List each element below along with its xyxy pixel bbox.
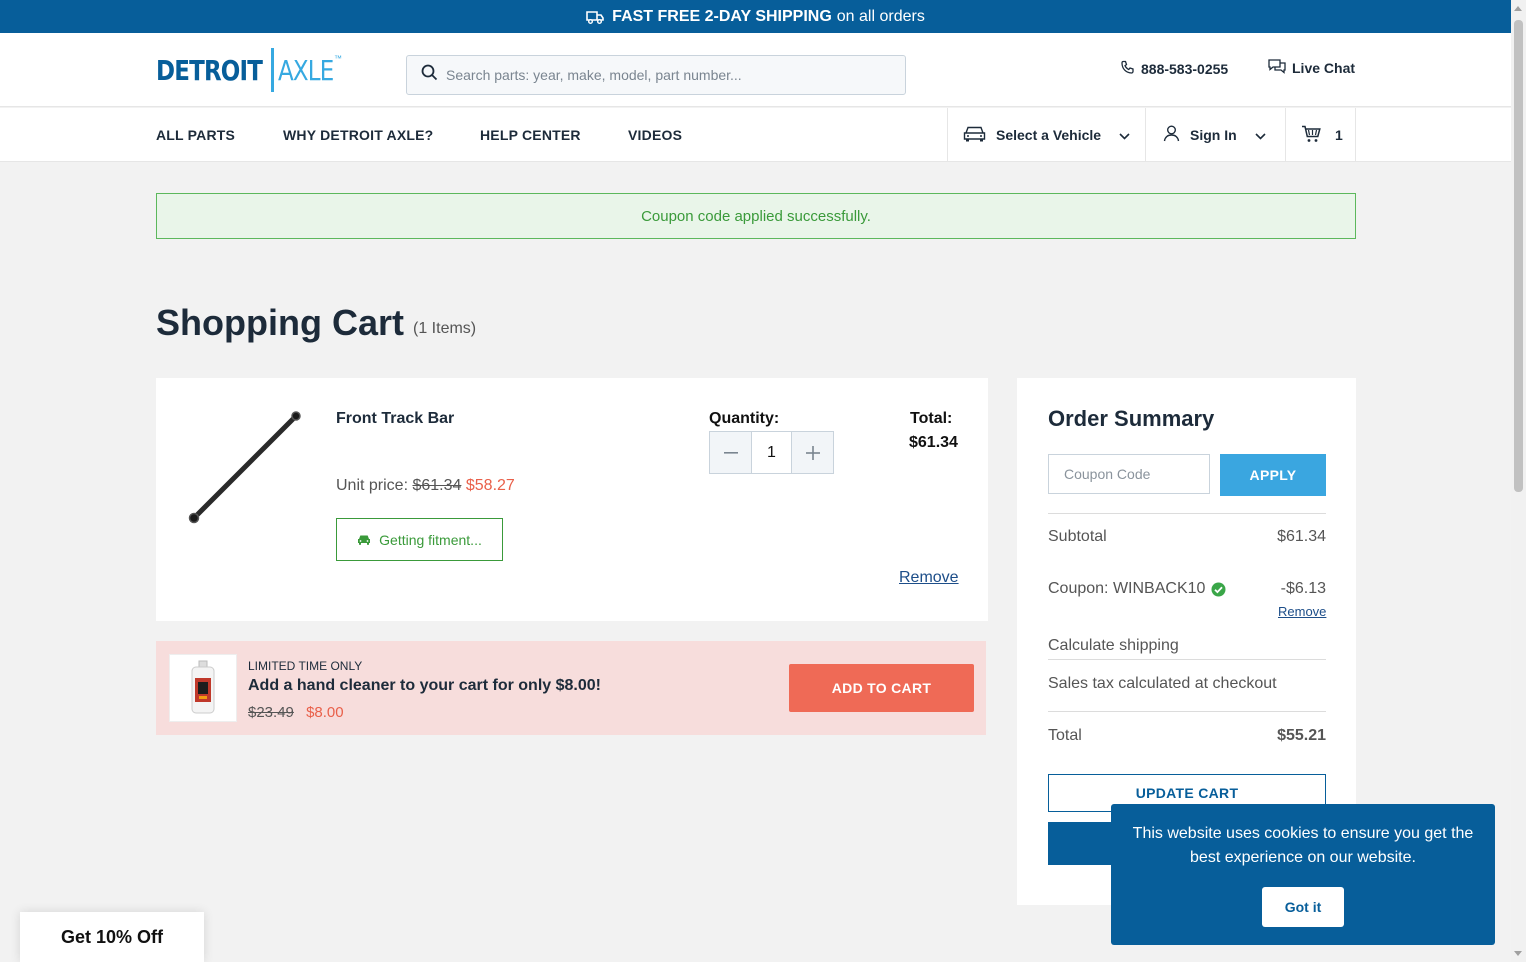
quantity-label: Quantity: (709, 410, 780, 427)
cart-button[interactable]: 1 (1285, 108, 1356, 162)
coupon-success-alert: Coupon code applied successfully. (156, 193, 1356, 239)
page-title: Shopping Cart (156, 302, 404, 343)
detroit-axle-logo[interactable]: DETROIT AXLE ™ (156, 47, 342, 93)
minus-icon (723, 451, 738, 454)
phone-link[interactable]: 888-583-0255 (1120, 60, 1228, 78)
logo-divider (271, 48, 275, 92)
chat-icon (1268, 59, 1286, 77)
shipping-row: Calculate shipping (1048, 637, 1326, 655)
order-summary-title: Order Summary (1048, 406, 1215, 431)
user-icon (1163, 125, 1180, 145)
cart-count: 1 (1335, 127, 1343, 143)
chevron-down-icon (1255, 127, 1266, 143)
divider (1048, 659, 1326, 660)
remove-item-link[interactable]: Remove (899, 569, 959, 587)
check-circle-icon (1211, 582, 1226, 597)
shipping-banner-bold: FAST FREE 2-DAY SHIPPING (612, 7, 832, 25)
promo-old-price: $23.49 (248, 704, 294, 721)
cookie-banner: This website uses cookies to ensure you … (1111, 804, 1495, 945)
search-icon (421, 64, 438, 86)
coupon-label: Coupon: WINBACK10 (1048, 580, 1206, 597)
cart-item: Front Track Bar Unit price: $61.34 $58.2… (156, 378, 988, 621)
main-nav: ALL PARTS WHY DETROIT AXLE? HELP CENTER … (0, 108, 1511, 162)
coupon-code-input[interactable] (1048, 454, 1210, 494)
promo-tag: LIMITED TIME ONLY (248, 659, 363, 673)
quantity-input[interactable]: 1 (751, 432, 792, 473)
divider (1048, 513, 1326, 514)
total-row: Total $55.21 (1048, 727, 1326, 745)
live-chat-link[interactable]: Live Chat (1268, 59, 1355, 77)
phone-icon (1120, 60, 1135, 78)
calculate-shipping-link[interactable]: Calculate shipping (1048, 637, 1179, 655)
cart-item-count: (1 Items) (413, 320, 477, 337)
subtotal-label: Subtotal (1048, 528, 1107, 545)
coupon-applied: Coupon: WINBACK10 (1048, 580, 1226, 598)
page-scrollbar[interactable] (1511, 0, 1526, 962)
item-total-value: $61.34 (909, 434, 958, 451)
search-box[interactable] (406, 55, 906, 95)
scroll-up-icon[interactable] (1514, 6, 1522, 11)
select-vehicle-label: Select a Vehicle (996, 127, 1102, 143)
unit-price-new: $58.27 (465, 477, 515, 494)
divider (1048, 711, 1326, 712)
coupon-row: Coupon: WINBACK10 -$6.13 (1048, 580, 1326, 598)
select-vehicle-dropdown[interactable]: Select a Vehicle (947, 108, 1145, 162)
nav-help-center[interactable]: HELP CENTER (480, 127, 581, 143)
product-name[interactable]: Front Track Bar (336, 410, 454, 428)
nav-all-parts[interactable]: ALL PARTS (156, 127, 235, 143)
total-label: Total (1048, 727, 1082, 744)
tax-note: Sales tax calculated at checkout (1048, 675, 1277, 692)
discount-offer-tab[interactable]: Get 10% Off (20, 912, 204, 962)
sign-in-dropdown[interactable]: Sign In (1145, 108, 1285, 162)
nav-right-group: Select a Vehicle Sign In 1 (947, 108, 1356, 162)
fitment-label: Getting fitment... (379, 531, 482, 548)
shipping-banner: FAST FREE 2-DAY SHIPPING on all orders (0, 0, 1511, 33)
cookie-accept-button[interactable]: Got it (1262, 887, 1344, 927)
quantity-stepper: 1 (709, 431, 834, 474)
coupon-value: -$6.13 (1280, 580, 1326, 597)
logo-text-detroit: DETROIT (156, 53, 263, 87)
unit-price: Unit price: $61.34 $58.27 (336, 477, 515, 495)
apply-coupon-button[interactable]: APPLY (1220, 454, 1326, 496)
car-icon (357, 532, 371, 548)
quantity-increase-button[interactable] (792, 432, 833, 473)
truck-icon (586, 10, 604, 24)
header: DETROIT AXLE ™ 888-583-0255 Live Chat (0, 33, 1511, 107)
search-input[interactable] (446, 67, 886, 83)
subtotal-row: Subtotal $61.34 (1048, 528, 1326, 546)
logo-text-axle: AXLE (278, 53, 334, 87)
quantity-decrease-button[interactable] (710, 432, 751, 473)
unit-price-label: Unit price: (336, 477, 409, 494)
subtotal-value: $61.34 (1277, 528, 1326, 545)
promo-message: Add a hand cleaner to your cart for only… (248, 677, 601, 694)
plus-icon (805, 445, 820, 460)
cookie-message: This website uses cookies to ensure you … (1132, 825, 1474, 866)
hand-cleaner-image (169, 654, 237, 722)
chevron-down-icon (1119, 127, 1130, 143)
cart-icon (1301, 125, 1322, 146)
scrollbar-thumb[interactable] (1514, 20, 1523, 492)
upsell-promo: LIMITED TIME ONLY Add a hand cleaner to … (156, 641, 986, 735)
add-to-cart-button[interactable]: ADD TO CART (789, 664, 974, 712)
item-total-label: Total: (910, 410, 953, 427)
nav-why-detroit-axle[interactable]: WHY DETROIT AXLE? (283, 127, 433, 143)
phone-number: 888-583-0255 (1141, 61, 1229, 77)
total-value: $55.21 (1277, 727, 1326, 744)
promo-new-price: $8.00 (306, 704, 344, 721)
logo-trademark: ™ (334, 53, 342, 63)
car-icon (963, 125, 986, 145)
live-chat-label: Live Chat (1292, 60, 1356, 76)
sign-in-label: Sign In (1190, 127, 1237, 143)
scroll-down-icon[interactable] (1514, 951, 1522, 956)
discount-offer-label: Get 10% Off (60, 926, 164, 947)
nav-videos[interactable]: VIDEOS (628, 127, 682, 143)
fitment-button[interactable]: Getting fitment... (336, 518, 503, 561)
coupon-success-text: Coupon code applied successfully. (641, 207, 871, 225)
promo-price: $23.49 $8.00 (248, 704, 344, 721)
shipping-banner-text: on all orders (836, 7, 925, 25)
remove-coupon-link[interactable]: Remove (1278, 604, 1326, 619)
unit-price-old: $61.34 (412, 477, 462, 494)
product-image-track-bar[interactable] (186, 408, 306, 528)
tax-row: Sales tax calculated at checkout (1048, 675, 1326, 693)
